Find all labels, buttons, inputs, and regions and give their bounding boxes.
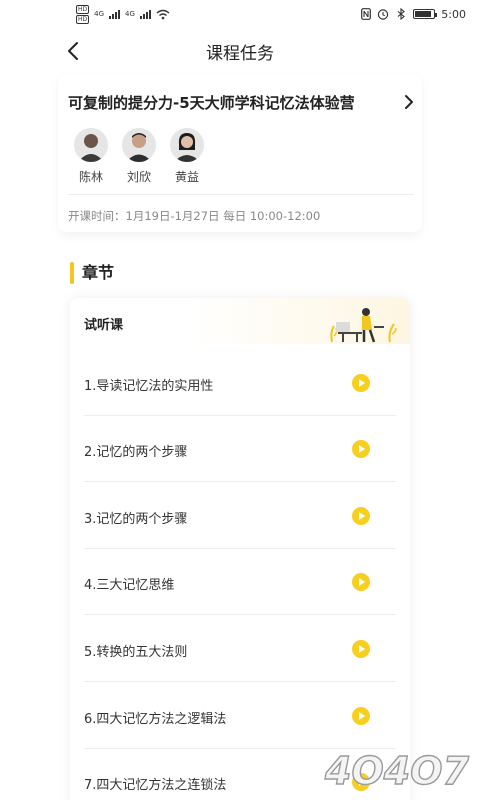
lesson-item[interactable]: 3.记忆的两个步骤 bbox=[84, 483, 396, 549]
lesson-title: 3.记忆的两个步骤 bbox=[84, 512, 188, 527]
play-icon[interactable] bbox=[352, 573, 370, 591]
teacher-name: 黄益 bbox=[174, 170, 199, 184]
teacher-name: 陈林 bbox=[78, 170, 103, 184]
course-title-row[interactable]: 可复制的提分力-5天大师学科记忆法体验营 bbox=[68, 90, 414, 114]
section-accent-bar bbox=[70, 262, 74, 284]
teacher-name: 刘欣 bbox=[126, 170, 151, 184]
lesson-title: 7.四大记忆方法之连锁法 bbox=[84, 778, 227, 793]
watermark-text: 4O4O7 bbox=[324, 749, 469, 792]
trial-header: 试听课 bbox=[70, 298, 410, 344]
play-icon[interactable] bbox=[352, 707, 370, 725]
hd-badge-2: HD bbox=[76, 14, 90, 24]
teacher-photo bbox=[74, 128, 108, 162]
play-icon[interactable] bbox=[352, 374, 370, 392]
divider bbox=[68, 194, 414, 195]
status-right: 5:00 bbox=[361, 8, 466, 21]
clock: 5:00 bbox=[441, 7, 466, 21]
signal-icon bbox=[109, 9, 121, 19]
network-type-2: 4G bbox=[125, 10, 135, 18]
lesson-title: 6.四大记忆方法之逻辑法 bbox=[84, 712, 227, 727]
play-icon[interactable] bbox=[352, 640, 370, 658]
avatar bbox=[122, 128, 156, 162]
hd-badge-1: HD bbox=[76, 4, 90, 14]
lesson-item[interactable]: 2.记忆的两个步骤 bbox=[84, 416, 396, 482]
teacher-photo bbox=[170, 128, 204, 162]
network-type-1: 4G bbox=[94, 10, 105, 18]
teacher-item[interactable]: 黄益 bbox=[170, 128, 204, 185]
lesson-item[interactable]: 6.四大记忆方法之逻辑法 bbox=[84, 683, 396, 749]
bluetooth-icon bbox=[397, 8, 406, 20]
teacher-photo bbox=[122, 128, 156, 162]
nfc-icon bbox=[361, 8, 372, 20]
lesson-item[interactable]: 1.导读记忆法的实用性 bbox=[84, 350, 396, 416]
status-bar: HD HD 4G 4G 5:00 bbox=[0, 0, 480, 28]
course-card: 可复制的提分力-5天大师学科记忆法体验营 陈林 刘欣 黄益 开课时间：1月19日… bbox=[58, 74, 422, 232]
trial-label: 试听课 bbox=[84, 318, 124, 333]
back-button[interactable] bbox=[60, 38, 86, 64]
battery-icon bbox=[413, 9, 438, 19]
teacher-item[interactable]: 陈林 bbox=[74, 128, 108, 185]
section-title: 章节 bbox=[82, 263, 115, 282]
hd-badges: HD HD bbox=[76, 4, 90, 24]
wifi-icon bbox=[156, 9, 170, 19]
schedule-text: 开课时间：1月19日-1月27日 每日 10:00-12:00 bbox=[68, 209, 321, 223]
status-left: HD HD 4G 4G bbox=[76, 4, 170, 24]
nav-bar: 课程任务 bbox=[0, 28, 480, 74]
avatar bbox=[170, 128, 204, 162]
alarm-icon bbox=[378, 9, 389, 20]
teacher-item[interactable]: 刘欣 bbox=[122, 128, 156, 185]
chevron-left-icon bbox=[68, 42, 78, 60]
chevron-right-icon bbox=[405, 95, 413, 109]
course-title: 可复制的提分力-5天大师学科记忆法体验营 bbox=[68, 93, 355, 112]
teacher-list: 陈林 刘欣 黄益 bbox=[74, 128, 204, 185]
signal-icon-2 bbox=[139, 9, 151, 19]
screen: HD HD 4G 4G 5:00 课程任务 可复制的提分力-5天大师学科记忆法体… bbox=[0, 0, 480, 800]
watermark-logo: 4O4O7 bbox=[323, 748, 470, 792]
lesson-title: 4.三大记忆思维 bbox=[84, 578, 175, 593]
lesson-title: 5.转换的五大法则 bbox=[84, 645, 188, 660]
play-icon[interactable] bbox=[352, 440, 370, 458]
chapter-card: 试听课 1.导读记忆法的实用性 2.记忆的两个步骤 3.记忆的两个步骤 4.三大… bbox=[70, 298, 410, 800]
lesson-title: 1.导读记忆法的实用性 bbox=[84, 379, 214, 394]
lesson-item[interactable]: 4.三大记忆思维 bbox=[84, 549, 396, 615]
avatar bbox=[74, 128, 108, 162]
lesson-item[interactable]: 5.转换的五大法则 bbox=[84, 616, 396, 682]
study-illustration-icon bbox=[330, 308, 397, 343]
lesson-title: 2.记忆的两个步骤 bbox=[84, 445, 188, 460]
page-title: 课程任务 bbox=[206, 43, 274, 64]
play-icon[interactable] bbox=[352, 507, 370, 525]
